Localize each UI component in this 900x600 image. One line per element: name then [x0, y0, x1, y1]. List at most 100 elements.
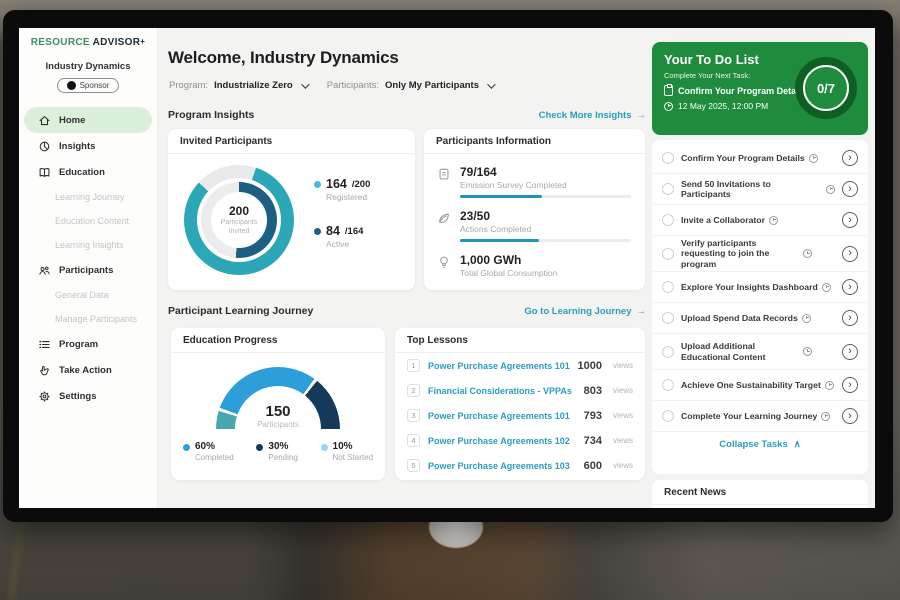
task-item[interactable]: Send 50 Invitations to Participants › — [652, 174, 868, 205]
clock-icon — [825, 381, 834, 390]
survey-icon — [437, 167, 451, 181]
sidebar-item-label: Program — [59, 339, 98, 350]
lesson-link[interactable]: Power Purchase Agreements 102 — [428, 436, 576, 446]
task-checkbox[interactable] — [662, 214, 674, 226]
legend-total: /200 — [352, 179, 371, 190]
program-filter-value[interactable]: Industrialize Zero — [214, 80, 293, 91]
task-item[interactable]: Invite a Collaborator › — [652, 205, 868, 236]
sidebar-item-general-data[interactable]: General Data — [19, 283, 157, 307]
legend-item-active: 84/164 Active — [314, 224, 370, 249]
legend-dot — [183, 444, 190, 451]
sidebar-item-label: Education — [59, 167, 105, 178]
donut-center-value: 200 — [229, 204, 249, 218]
chevron-down-icon[interactable] — [487, 80, 495, 88]
chevron-down-icon[interactable] — [301, 80, 309, 88]
stat-actions-completed: 23/50 Actions Completed — [424, 209, 645, 242]
task-checkbox[interactable] — [662, 346, 674, 358]
sidebar-item-take-action[interactable]: Take Action — [24, 357, 152, 383]
logo-resource: RESOURCE — [31, 37, 90, 48]
chevron-right-button[interactable]: › — [842, 150, 858, 166]
filters-bar: Program: Industrialize Zero Participants… — [169, 80, 507, 91]
todo-task-list: Confirm Your Program Details › Send 50 I… — [652, 140, 868, 474]
lesson-views-word: views — [613, 411, 633, 420]
lesson-views-word: views — [613, 361, 633, 370]
sidebar-item-participants[interactable]: Participants — [24, 257, 152, 283]
sidebar-item-home[interactable]: Home — [24, 107, 152, 133]
task-checkbox[interactable] — [662, 183, 674, 195]
sidebar-item-education[interactable]: Education — [24, 159, 152, 185]
sidebar-item-learning-insights[interactable]: Learning Insights — [19, 233, 157, 257]
task-label: Verify participants requesting to join t… — [681, 238, 799, 269]
chevron-right-button[interactable]: › — [842, 279, 858, 295]
task-item[interactable]: Upload Additional Educational Content › — [652, 334, 868, 370]
chevron-right-button[interactable]: › — [842, 408, 858, 424]
sidebar-item-manage-participants[interactable]: Manage Participants — [19, 307, 157, 331]
sidebar-item-label: Home — [59, 115, 85, 126]
chevron-right-button[interactable]: › — [842, 181, 858, 197]
task-item[interactable]: Achieve One Sustainability Target › — [652, 370, 868, 401]
clock-icon — [821, 412, 830, 421]
legend-label: Completed — [195, 453, 234, 462]
lesson-rank: 2 — [407, 384, 420, 397]
gauge-value: 150 — [216, 403, 340, 420]
chevron-right-button[interactable]: › — [842, 246, 858, 262]
program-insights-section: Program Insights Check More Insights → — [168, 109, 646, 121]
section-title: Participant Learning Journey — [168, 305, 313, 317]
task-item[interactable]: Confirm Your Program Details › — [652, 143, 868, 174]
lesson-rank: 3 — [407, 409, 420, 422]
sidebar: RESOURCE ADVISOR+ Industry Dynamics Spon… — [19, 28, 158, 508]
go-to-learning-journey-link[interactable]: Go to Learning Journey → — [524, 306, 646, 317]
task-item[interactable]: Verify participants requesting to join t… — [652, 236, 868, 272]
section-title: Program Insights — [168, 109, 254, 121]
sidebar-item-education-content[interactable]: Education Content — [19, 209, 157, 233]
donut-center-label: Invited — [229, 227, 250, 236]
top-lessons-card: Top Lessons 1 Power Purchase Agreements … — [395, 328, 645, 480]
sidebar-item-insights[interactable]: Insights — [24, 133, 152, 159]
clock-icon — [803, 347, 812, 356]
invited-donut-chart: 200 Participants Invited — [184, 165, 294, 275]
legend-item-pending: 30% Pending — [256, 441, 297, 462]
lesson-views-word: views — [613, 436, 633, 445]
task-item[interactable]: Upload Spend Data Records › — [652, 303, 868, 334]
task-checkbox[interactable] — [662, 379, 674, 391]
lesson-link[interactable]: Power Purchase Agreements 101 — [428, 411, 576, 421]
dashboard-screen: RESOURCE ADVISOR+ Industry Dynamics Spon… — [19, 28, 875, 508]
task-label: Explore Your Insights Dashboard — [681, 282, 818, 292]
sidebar-item-learning-journey[interactable]: Learning Journey — [19, 185, 157, 209]
chevron-right-button[interactable]: › — [842, 344, 858, 360]
insights-icon — [38, 140, 51, 153]
task-checkbox[interactable] — [662, 152, 674, 164]
lesson-link[interactable]: Power Purchase Agreements 101 — [428, 361, 570, 371]
education-icon — [38, 166, 51, 179]
task-checkbox[interactable] — [662, 281, 674, 293]
legend-label: Active — [326, 239, 370, 249]
stat-label: Total Global Consumption — [460, 268, 631, 278]
gauge-label: Participants — [216, 420, 340, 429]
task-label: Complete Your Learning Journey — [681, 411, 817, 421]
lesson-link[interactable]: Financial Considerations - VPPAs — [428, 386, 576, 396]
legend-label: Pending — [268, 453, 297, 462]
lesson-row: 3 Power Purchase Agreements 101 793 view… — [395, 403, 645, 428]
chevron-right-button[interactable]: › — [842, 310, 858, 326]
progress-fill — [460, 239, 539, 242]
task-checkbox[interactable] — [662, 248, 674, 260]
participants-filter-value[interactable]: Only My Participants — [385, 80, 479, 91]
lesson-link[interactable]: Power Purchase Agreements 103 — [428, 461, 576, 471]
collapse-tasks-link[interactable]: Collapse Tasks ∧ — [652, 432, 868, 457]
task-item[interactable]: Explore Your Insights Dashboard › — [652, 272, 868, 303]
sidebar-item-label: General Data — [55, 290, 109, 300]
task-checkbox[interactable] — [662, 410, 674, 422]
stage: RESOURCE ADVISOR+ Industry Dynamics Spon… — [0, 0, 900, 600]
task-item[interactable]: Complete Your Learning Journey › — [652, 401, 868, 432]
sidebar-item-program[interactable]: Program — [24, 331, 152, 357]
arrow-right-icon: → — [637, 306, 647, 317]
task-checkbox[interactable] — [662, 312, 674, 324]
chevron-right-button[interactable]: › — [842, 377, 858, 393]
donut-legend: 164/200 Registered 84/164 Active — [314, 177, 370, 271]
sidebar-nav: Home Insights Education Learning Journey… — [19, 107, 157, 409]
stat-emission-survey: 79/164 Emission Survey Completed — [424, 165, 645, 198]
check-more-insights-link[interactable]: Check More Insights → — [539, 110, 646, 121]
sidebar-item-settings[interactable]: Settings — [24, 383, 152, 409]
chevron-right-button[interactable]: › — [842, 212, 858, 228]
legend-total: /164 — [345, 226, 364, 237]
